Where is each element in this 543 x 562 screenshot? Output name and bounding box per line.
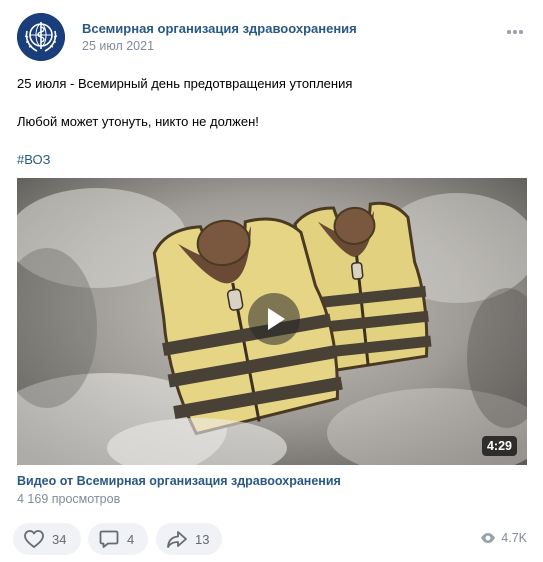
comment-button[interactable]: 4: [88, 523, 148, 555]
views-counter: 4.7K: [480, 531, 527, 545]
like-count: 34: [52, 531, 67, 547]
heart-icon: [24, 530, 44, 548]
video-title-link[interactable]: Видео от Всемирная организация здравоохр…: [17, 474, 341, 488]
play-icon: [268, 308, 285, 330]
post-card: Всемирная организация здравоохранения 25…: [0, 0, 543, 562]
post-actions: 34 4 13 4.7K: [13, 523, 533, 555]
avatar[interactable]: [17, 13, 65, 61]
more-dots-icon[interactable]: [505, 23, 525, 39]
share-count: 13: [195, 531, 210, 547]
comment-icon: [99, 530, 119, 548]
video-views-text: 4 169 просмотров: [17, 492, 121, 506]
eye-icon: [481, 533, 496, 543]
hashtag-link[interactable]: #ВОЗ: [17, 152, 50, 167]
video-player[interactable]: 4:29: [17, 178, 527, 465]
views-count-text: 4.7K: [501, 531, 527, 545]
share-arrow-icon: [167, 531, 187, 548]
post-author[interactable]: Всемирная организация здравоохранения: [82, 21, 357, 36]
post-date[interactable]: 25 июл 2021: [82, 39, 154, 53]
post-header: Всемирная организация здравоохранения 25…: [17, 13, 527, 63]
who-emblem-icon: [17, 13, 65, 61]
comment-count: 4: [127, 531, 135, 547]
like-button[interactable]: 34: [13, 523, 81, 555]
post-text-line-2: Любой может утонуть, никто не должен!: [17, 114, 259, 129]
video-duration: 4:29: [481, 436, 517, 456]
play-button[interactable]: [248, 293, 300, 345]
post-text-line-1: 25 июля - Всемирный день предотвращения …: [17, 76, 353, 91]
share-button[interactable]: 13: [156, 523, 222, 555]
